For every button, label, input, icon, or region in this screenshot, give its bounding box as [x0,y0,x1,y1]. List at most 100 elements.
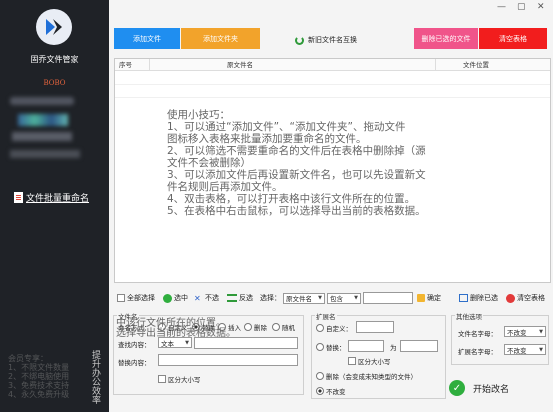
promo-line: 2、不绑电脑使用 [8,372,70,381]
delete-selected-button[interactable]: 删除已选 [459,290,498,306]
selection-toolbar: 全部选择 选中 ✕ 不选 反选 选择： 原文件名 ▼ 包含 ▼ 确定 删除已选 … [109,290,553,306]
blurred-info [10,97,74,105]
radio-icon [272,323,280,331]
clear-icon [506,293,515,303]
option-label: 自定义 [168,324,188,332]
rule-option-insert[interactable]: 插入 [218,322,241,332]
ext-unchanged-option[interactable]: 不改变 [316,386,346,396]
check-icon: ✓ [449,380,465,396]
column-header-index[interactable]: 序号 [119,59,132,71]
case-sensitive-checkbox[interactable]: 区分大小写 [158,374,201,384]
ext-replace-option[interactable]: 替换： [316,342,346,352]
swap-icon [227,294,237,302]
find-type-select[interactable]: 文本 ▼ [158,337,192,348]
tip-line: 1、可以通过“添加文件”、“添加文件夹”、拖动文件 [167,121,406,133]
rule-option-custom[interactable]: 自定义 [158,322,188,332]
filter-text-input[interactable] [363,292,413,304]
find-label: 查找内容： [118,341,151,349]
sidebar-item-batch-rename[interactable]: 文件批量重命名 [14,190,109,205]
ext-to-input[interactable] [400,340,438,352]
choose-label: 选择： [260,294,281,302]
radio-icon [316,372,324,380]
clear-table-label: 清空表格 [517,294,545,302]
ext-custom-option[interactable]: 自定义： [316,323,352,333]
rule-option-replace[interactable]: 替换 [192,322,215,332]
group-title: 扩展名 [315,311,337,321]
promo-line: 会员专享： [8,354,48,363]
minimize-button[interactable]: — [497,2,506,12]
blurred-info [12,132,72,141]
radio-icon [316,324,324,332]
close-button[interactable]: ✕ [537,2,545,12]
delete-icon [459,294,468,302]
confirm-label: 确定 [427,294,441,302]
tip-line: 使用小技巧： [167,109,230,121]
start-rename-button[interactable]: ✓ 开始改名 [449,377,549,399]
replace-label: 替换内容： [118,359,151,367]
unselect-label: 不选 [205,294,219,302]
ext-custom-input[interactable] [356,321,394,333]
ext-to-label: 为 [390,344,397,352]
group-title: 其他选项 [455,311,483,321]
option-label: 替换： [326,344,346,352]
swap-names-button[interactable]: 新旧文件名互换 [295,33,357,47]
replace-input[interactable] [158,354,298,366]
checkbox-icon [117,294,125,302]
x-icon: ✕ [194,293,201,303]
chevron-down-icon: ▼ [318,295,322,301]
ext-case-checkbox[interactable]: 区分大小写 [348,356,391,366]
blurred-banner[interactable] [18,114,68,126]
filter-op-select[interactable]: 包含 ▼ [327,292,361,304]
swap-names-label: 新旧文件名互换 [308,36,357,44]
confirm-filter-button[interactable]: 确定 [417,290,441,306]
unselect-button[interactable]: ✕ 不选 [194,290,219,306]
promo-line: 4、永久免费升级 [8,390,70,399]
filename-group: 文件名 命名方式： 自定义 替换 插入 删除 随机 查找内容： 文本 ▼ 替换内… [113,311,304,395]
case-label: 区分大小写 [358,358,391,366]
select-label: 选中 [174,294,188,302]
blurred-info [10,150,80,158]
select-value: 不改变 [507,328,527,337]
ext-case-select[interactable]: 不改变 ▼ [504,344,546,355]
add-file-button[interactable]: 添加文件 [114,28,180,49]
find-type-value: 文本 [161,339,174,348]
ext-case-label: 扩展名字母： [458,348,497,356]
radio-icon [158,323,166,331]
case-label: 区分大小写 [168,376,201,384]
filename-case-select[interactable]: 不改变 ▼ [504,326,546,337]
ext-from-input[interactable] [348,340,384,352]
other-options-group: 其他选项 文件名字母： 不改变 ▼ 扩展名字母： 不改变 ▼ [451,311,549,365]
file-table[interactable]: 序号 原文件名 文件位置 使用小技巧： 1、可以通过“添加文件”、“添加文件夹”… [114,58,551,283]
delete-selected-files-button[interactable]: 删除已选的文件 [414,28,478,49]
select-button[interactable]: 选中 [163,290,188,306]
clear-table-button[interactable]: 清空表格 [479,28,547,49]
clear-table-small-button[interactable]: 清空表格 [506,290,545,306]
option-label: 插入 [228,324,241,332]
filter-field-select[interactable]: 原文件名 ▼ [283,292,325,304]
chevron-down-icon: ▼ [539,328,543,335]
main-panel: — ▢ ✕ 添加文件 添加文件夹 新旧文件名互换 删除已选的文件 清空表格 序号… [109,0,553,412]
radio-icon [218,323,226,331]
select-all-checkbox[interactable]: 全部选择 [117,290,155,306]
radio-icon [244,323,252,331]
find-input[interactable] [194,337,298,349]
checkbox-icon [348,357,356,365]
column-header-location[interactable]: 文件位置 [463,59,489,71]
delete-selected-label: 删除已选 [470,294,498,302]
column-header-original-name[interactable]: 原文件名 [227,59,253,71]
select-value: 不改变 [507,346,527,355]
ext-remove-option[interactable]: 删除（会变成未知类型的文件） [316,371,417,381]
option-label: 替换 [202,324,215,332]
invert-selection-button[interactable]: 反选 [227,290,253,306]
rule-option-random[interactable]: 随机 [272,322,295,332]
tip-line: 5、在表格中右击鼠标，可以选择导出当前的表格数据。 [167,205,426,217]
usage-tips: 使用小技巧： 1、可以通过“添加文件”、“添加文件夹”、拖动文件 图标移入表格来… [167,109,497,217]
add-folder-button[interactable]: 添加文件夹 [181,28,260,49]
maximize-button[interactable]: ▢ [517,2,526,12]
option-label: 自定义： [326,325,352,333]
table-row [115,97,550,98]
promo-line: 3、免费技术支持 [8,381,70,390]
rule-option-delete[interactable]: 删除 [244,322,267,332]
user-name: BOBO [43,79,66,87]
sidebar: 固乔文件管家 BOBO 文件批量重命名 会员专享： 1、不限文件数量 2、不绑电… [0,0,109,412]
